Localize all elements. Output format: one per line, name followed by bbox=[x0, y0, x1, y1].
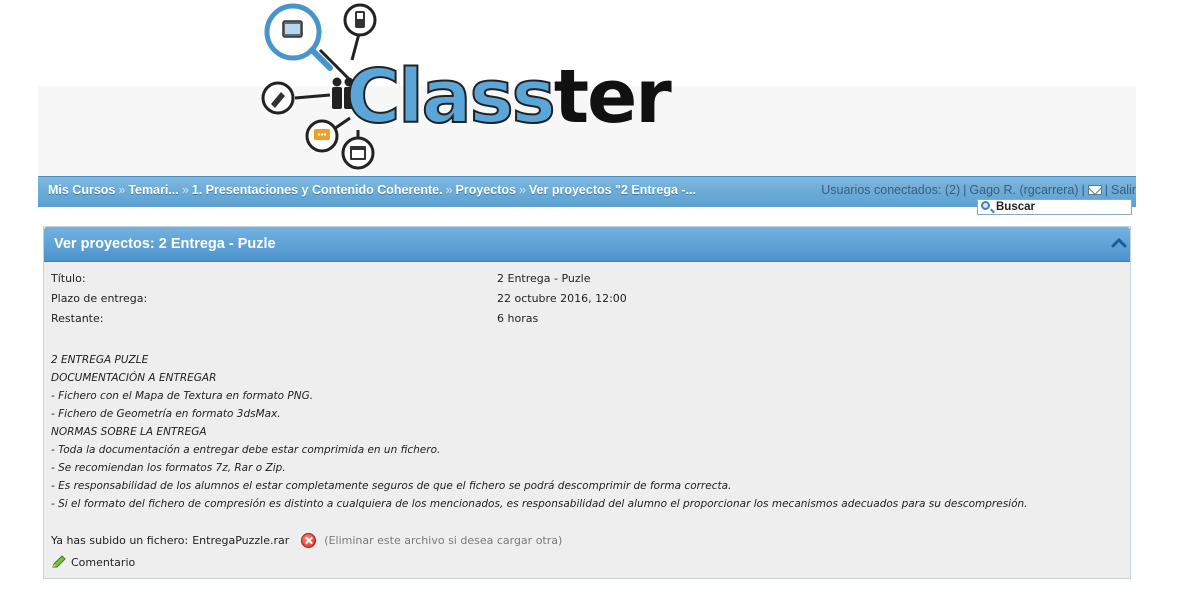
mail-icon[interactable] bbox=[1087, 185, 1102, 195]
breadcrumb-proyectos[interactable]: Proyectos bbox=[456, 183, 516, 197]
field-value-restante: 6 horas bbox=[497, 312, 539, 325]
delete-icon[interactable] bbox=[301, 533, 317, 548]
logo-wordmark: Classter bbox=[345, 59, 672, 135]
pencil-icon bbox=[52, 555, 66, 568]
comment-label: Comentario bbox=[71, 555, 136, 569]
breadcrumb: Mis Cursos» Temari...» 1. Presentaciones y… bbox=[48, 183, 696, 197]
field-label-titulo: Título: bbox=[51, 272, 86, 285]
navigation-bar: Mis Cursos» Temari...» 1. Presentaciones y… bbox=[38, 176, 1136, 207]
search-icon bbox=[981, 201, 990, 210]
divider: | bbox=[1081, 183, 1085, 197]
breadcrumb-separator: » bbox=[518, 183, 526, 197]
breadcrumb-temario[interactable]: Temari... bbox=[128, 183, 178, 197]
comment-link[interactable]: Comentario bbox=[51, 555, 135, 569]
page: Classter Mis Cursos» Temari...» 1. Present… bbox=[0, 0, 1195, 604]
description-line: DOCUMENTACIÓN A ENTREGAR bbox=[51, 372, 217, 384]
field-value-plazo: 22 octubre 2016, 12:00 bbox=[497, 292, 627, 305]
description-line: - Toda la documentación a entregar debe … bbox=[51, 444, 441, 456]
description-line: 2 ENTREGA PUZLE bbox=[51, 354, 149, 366]
description-line: - Si el formato del fichero de compresió… bbox=[51, 498, 1028, 510]
divider: | bbox=[1104, 183, 1108, 197]
connected-users-link[interactable]: Usuarios conectados: (2) bbox=[821, 183, 960, 197]
field-value-titulo: 2 Entrega - Puzle bbox=[497, 272, 591, 285]
breadcrumb-mis-cursos[interactable]: Mis Cursos bbox=[48, 183, 115, 197]
description-line: - Se recomiendan los formatos 7z, Rar o … bbox=[51, 462, 286, 474]
search-input[interactable]: Buscar bbox=[977, 199, 1132, 215]
user-bar: Usuarios conectados: (2) | Gago R. (rgcarr… bbox=[821, 183, 1136, 197]
field-label-plazo: Plazo de entrega: bbox=[51, 292, 148, 305]
panel-header: Ver proyectos: 2 Entrega - Puzle bbox=[44, 227, 1130, 262]
logout-link[interactable]: Salir bbox=[1111, 183, 1136, 197]
description-line: - Fichero de Geometría en formato 3dsMax… bbox=[51, 408, 281, 420]
breadcrumb-presentaciones[interactable]: 1. Presentaciones y Contenido Coherente. bbox=[192, 183, 443, 197]
uploaded-prefix: Ya has subido un fichero: bbox=[51, 534, 189, 547]
collapse-icon[interactable] bbox=[1111, 236, 1127, 250]
breadcrumb-separator: » bbox=[445, 183, 453, 197]
description-line: - Es responsabilidad de los alumnos el e… bbox=[51, 480, 732, 492]
classter-logo[interactable]: Classter bbox=[250, 0, 672, 176]
description-line: NORMAS SOBRE LA ENTREGA bbox=[51, 426, 207, 438]
project-panel: Ver proyectos: 2 Entrega - Puzle Título:… bbox=[43, 226, 1131, 579]
logo-word-class: Class bbox=[345, 54, 557, 140]
search-label: Buscar bbox=[996, 201, 1035, 213]
project-description: 2 ENTREGA PUZLE DOCUMENTACIÓN A ENTREGAR… bbox=[51, 351, 1028, 513]
user-profile-link[interactable]: Gago R. (rgcarrera) bbox=[969, 183, 1078, 197]
description-line: - Fichero con el Mapa de Textura en form… bbox=[51, 390, 314, 402]
logo-word-ter: ter bbox=[553, 54, 672, 140]
breadcrumb-separator: » bbox=[118, 183, 126, 197]
breadcrumb-separator: » bbox=[181, 183, 189, 197]
uploaded-filename-link[interactable]: EntregaPuzzle.rar bbox=[192, 534, 289, 547]
delete-file-hint: (Eliminar este archivo si desea cargar o… bbox=[324, 534, 563, 547]
field-label-restante: Restante: bbox=[51, 312, 104, 325]
uploaded-file-row: Ya has subido un fichero: EntregaPuzzle.… bbox=[51, 533, 562, 548]
breadcrumb-ver-proyectos[interactable]: Ver proyectos "2 Entrega -... bbox=[529, 183, 696, 197]
panel-title: Ver proyectos: 2 Entrega - Puzle bbox=[54, 236, 276, 252]
